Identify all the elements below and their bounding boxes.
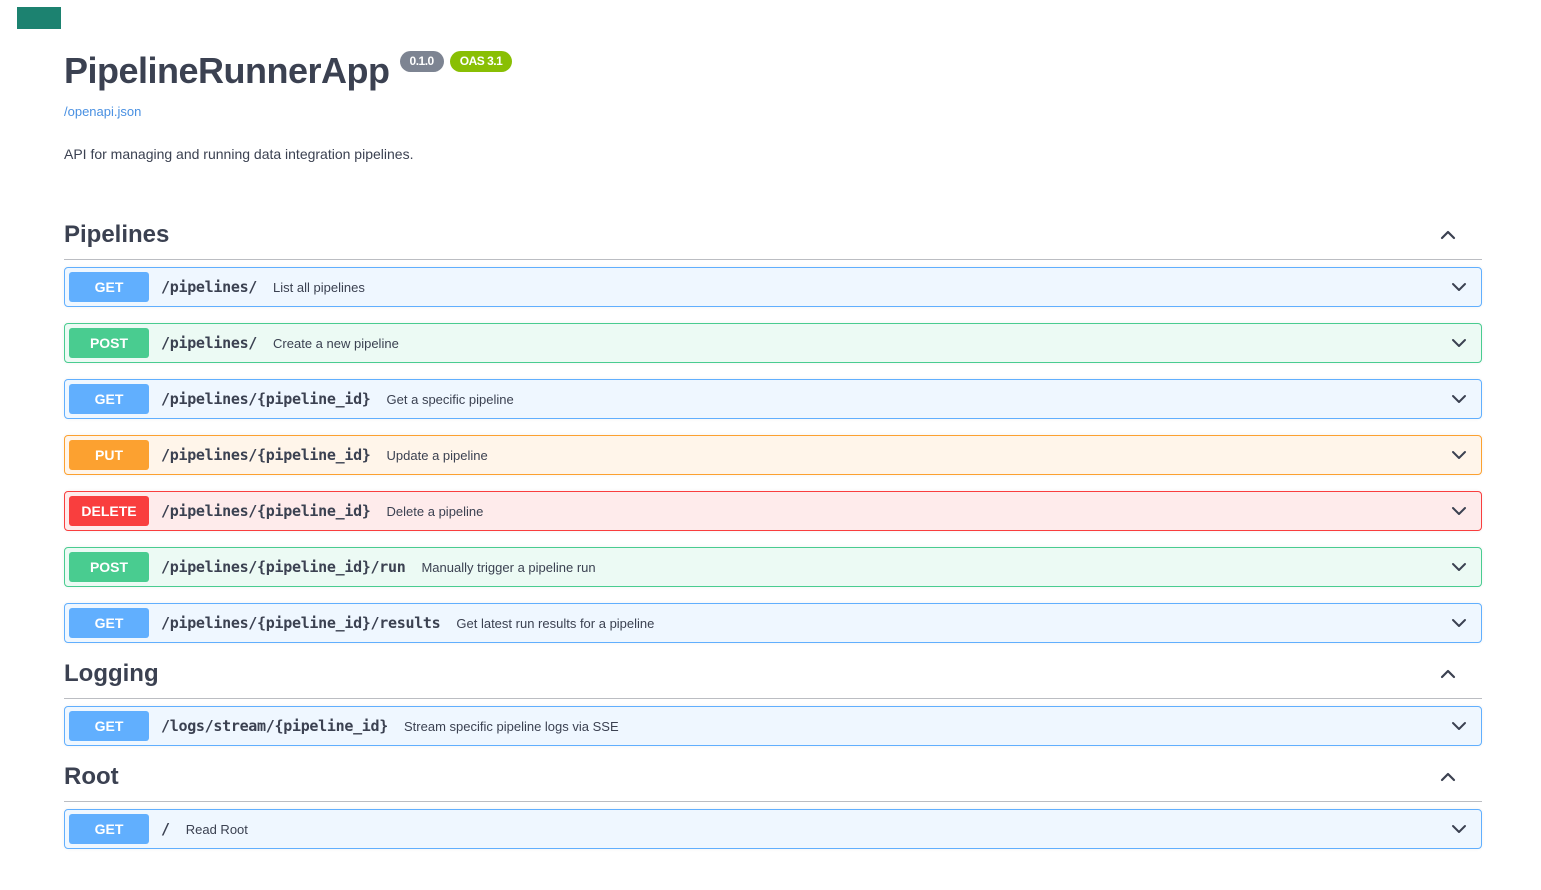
endpoint-path: /pipelines/{pipeline_id} — [161, 446, 371, 464]
endpoint-summary: List all pipelines — [273, 280, 365, 295]
section-title: Pipelines — [64, 220, 169, 249]
page-title: PipelineRunnerApp 0.1.0 OAS 3.1 — [64, 50, 1482, 92]
endpoint-summary: Delete a pipeline — [387, 504, 484, 519]
endpoint-path: /pipelines/ — [161, 334, 257, 352]
endpoint-path: /logs/stream/{pipeline_id} — [161, 717, 388, 735]
endpoint-get-root[interactable]: GET / Read Root — [64, 809, 1482, 849]
method-badge: POST — [69, 552, 149, 582]
endpoint-path: /pipelines/{pipeline_id}/run — [161, 558, 405, 576]
method-badge: GET — [69, 608, 149, 638]
endpoint-path: /pipelines/ — [161, 278, 257, 296]
endpoint-put-pipeline[interactable]: PUT /pipelines/{pipeline_id} Update a pi… — [64, 435, 1482, 475]
section-divider — [64, 801, 1482, 802]
chevron-down-icon[interactable] — [1449, 716, 1469, 736]
endpoint-path: /pipelines/{pipeline_id} — [161, 502, 371, 520]
endpoint-post-pipeline-run[interactable]: POST /pipelines/{pipeline_id}/run Manual… — [64, 547, 1482, 587]
endpoint-summary: Get latest run results for a pipeline — [456, 616, 654, 631]
chevron-up-icon[interactable] — [1438, 664, 1458, 684]
chevron-up-icon[interactable] — [1438, 767, 1458, 787]
method-badge: POST — [69, 328, 149, 358]
chevron-up-icon[interactable] — [1438, 225, 1458, 245]
section-title: Root — [64, 762, 119, 791]
section-logging: Logging GET /logs/stream/{pipeline_id} S… — [64, 659, 1482, 746]
endpoint-delete-pipeline[interactable]: DELETE /pipelines/{pipeline_id} Delete a… — [64, 491, 1482, 531]
top-left-teal-rectangle — [17, 7, 61, 29]
endpoint-summary: Create a new pipeline — [273, 336, 399, 351]
chevron-down-icon[interactable] — [1449, 389, 1469, 409]
chevron-down-icon[interactable] — [1449, 557, 1469, 577]
endpoint-path: / — [161, 820, 170, 838]
method-badge: DELETE — [69, 496, 149, 526]
oas-badge: OAS 3.1 — [450, 51, 513, 72]
chevron-down-icon[interactable] — [1449, 277, 1469, 297]
method-badge: GET — [69, 384, 149, 414]
endpoint-post-pipelines[interactable]: POST /pipelines/ Create a new pipeline — [64, 323, 1482, 363]
api-title-text: PipelineRunnerApp — [64, 50, 390, 92]
endpoint-get-pipelines[interactable]: GET /pipelines/ List all pipelines — [64, 267, 1482, 307]
api-description: API for managing and running data integr… — [64, 146, 1482, 162]
chevron-down-icon[interactable] — [1449, 445, 1469, 465]
section-divider — [64, 698, 1482, 699]
section-header-root[interactable]: Root — [64, 762, 1482, 791]
api-info: PipelineRunnerApp 0.1.0 OAS 3.1 /openapi… — [64, 50, 1482, 162]
swagger-ui: PipelineRunnerApp 0.1.0 OAS 3.1 /openapi… — [64, 0, 1482, 849]
method-badge: GET — [69, 814, 149, 844]
badge-group: 0.1.0 OAS 3.1 — [400, 51, 513, 72]
section-header-pipelines[interactable]: Pipelines — [64, 220, 1482, 249]
section-header-logging[interactable]: Logging — [64, 659, 1482, 688]
endpoint-summary: Read Root — [186, 822, 248, 837]
openapi-spec-link[interactable]: /openapi.json — [64, 104, 141, 119]
section-title: Logging — [64, 659, 159, 688]
section-pipelines: Pipelines GET /pipelines/ List all pipel… — [64, 220, 1482, 643]
endpoint-get-pipeline-by-id[interactable]: GET /pipelines/{pipeline_id} Get a speci… — [64, 379, 1482, 419]
section-divider — [64, 259, 1482, 260]
method-badge: GET — [69, 272, 149, 302]
endpoint-get-pipeline-results[interactable]: GET /pipelines/{pipeline_id}/results Get… — [64, 603, 1482, 643]
chevron-down-icon[interactable] — [1449, 613, 1469, 633]
method-badge: PUT — [69, 440, 149, 470]
section-root: Root GET / Read Root — [64, 762, 1482, 849]
endpoint-path: /pipelines/{pipeline_id} — [161, 390, 371, 408]
method-badge: GET — [69, 711, 149, 741]
chevron-down-icon[interactable] — [1449, 819, 1469, 839]
endpoint-summary: Manually trigger a pipeline run — [421, 560, 595, 575]
endpoint-summary: Get a specific pipeline — [387, 392, 514, 407]
endpoint-summary: Stream specific pipeline logs via SSE — [404, 719, 619, 734]
version-badge: 0.1.0 — [400, 51, 444, 72]
endpoint-summary: Update a pipeline — [387, 448, 488, 463]
endpoint-path: /pipelines/{pipeline_id}/results — [161, 614, 440, 632]
chevron-down-icon[interactable] — [1449, 333, 1469, 353]
endpoint-get-logs-stream[interactable]: GET /logs/stream/{pipeline_id} Stream sp… — [64, 706, 1482, 746]
chevron-down-icon[interactable] — [1449, 501, 1469, 521]
